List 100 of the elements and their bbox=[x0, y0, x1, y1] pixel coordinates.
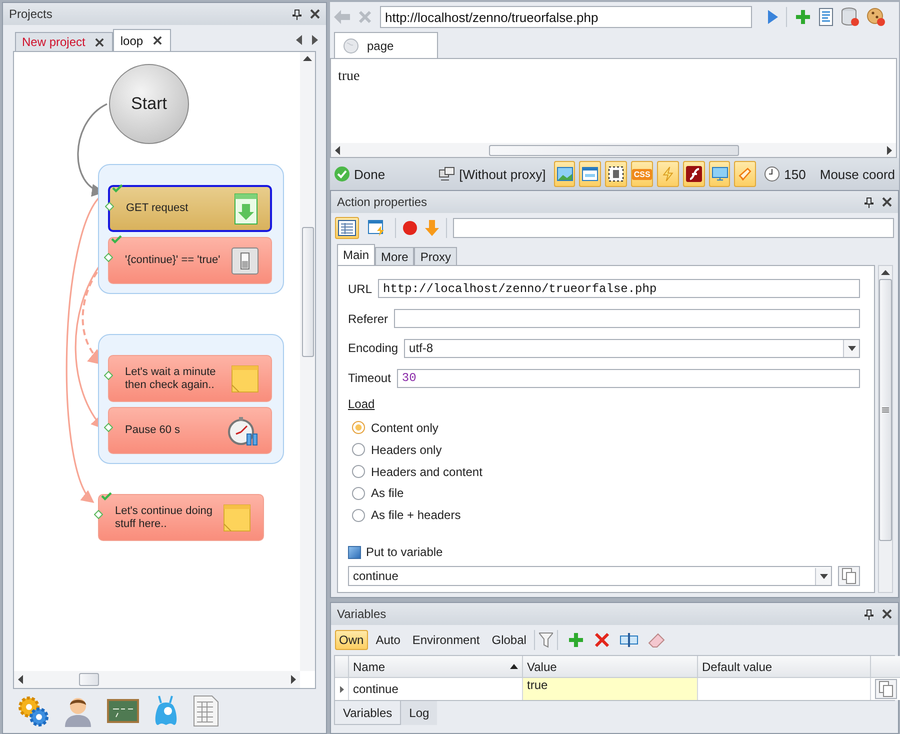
filter-tab[interactable]: Auto bbox=[372, 630, 404, 650]
text-field[interactable]: http://localhost/zenno/trueorfalse.php bbox=[378, 279, 860, 298]
window-toggle[interactable] bbox=[579, 161, 602, 187]
blob-icon[interactable] bbox=[153, 695, 179, 727]
scroll-thumb[interactable] bbox=[302, 227, 314, 357]
frame-toggle[interactable] bbox=[605, 161, 627, 187]
download-icon bbox=[234, 192, 258, 224]
pin-icon[interactable] bbox=[292, 8, 302, 20]
row-marker-icon bbox=[340, 686, 344, 692]
copy-button[interactable] bbox=[838, 566, 860, 586]
radio-option[interactable]: Headers only bbox=[348, 438, 860, 461]
document-icon[interactable] bbox=[819, 8, 833, 26]
globe-icon bbox=[343, 38, 359, 54]
scroll-right-icon[interactable] bbox=[887, 146, 892, 154]
panel-title: Projects bbox=[9, 7, 54, 21]
close-icon[interactable] bbox=[153, 36, 162, 45]
properties-tab[interactable]: More bbox=[375, 247, 414, 265]
delete-icon[interactable] bbox=[594, 632, 610, 648]
radio-option[interactable]: As file + headers bbox=[348, 504, 860, 526]
start-node[interactable]: Start bbox=[109, 64, 189, 144]
action-node[interactable]: GET request bbox=[108, 185, 272, 232]
number-field[interactable]: 30 bbox=[396, 368, 860, 388]
pin-icon[interactable] bbox=[864, 196, 874, 208]
table-cell[interactable]: true bbox=[523, 678, 698, 700]
eraser-icon[interactable] bbox=[648, 632, 666, 648]
properties-tab[interactable]: Main bbox=[337, 244, 376, 265]
variable-select[interactable]: continue bbox=[348, 566, 832, 586]
port-icon bbox=[104, 423, 113, 432]
rename-icon[interactable] bbox=[620, 633, 638, 647]
column-header[interactable]: Value bbox=[523, 656, 698, 678]
cookie-icon[interactable] bbox=[867, 7, 885, 27]
vertical-scrollbar[interactable] bbox=[300, 52, 315, 671]
radio-option[interactable]: As file bbox=[348, 482, 860, 504]
chalkboard-icon[interactable] bbox=[107, 697, 139, 725]
close-icon[interactable] bbox=[882, 609, 892, 619]
radio-icon[interactable] bbox=[352, 443, 365, 456]
funnel-icon[interactable] bbox=[539, 632, 554, 648]
horizontal-scrollbar[interactable] bbox=[14, 671, 300, 688]
add-icon[interactable] bbox=[795, 9, 811, 25]
checkbox-option[interactable]: Put to variable bbox=[348, 542, 860, 562]
scroll-right-icon[interactable] bbox=[312, 35, 318, 45]
port-icon bbox=[105, 202, 114, 211]
text-field[interactable] bbox=[394, 309, 860, 328]
select-field[interactable]: utf-8 bbox=[404, 338, 860, 358]
gears-icon[interactable] bbox=[17, 695, 49, 727]
scroll-left-icon[interactable] bbox=[18, 675, 23, 684]
scroll-up-icon[interactable] bbox=[303, 56, 312, 61]
radio-icon[interactable] bbox=[352, 421, 365, 434]
url-field[interactable]: http://localhost/zenno/trueorfalse.php bbox=[380, 6, 752, 28]
scroll-thumb[interactable] bbox=[488, 144, 738, 156]
column-header[interactable]: Name bbox=[349, 656, 523, 678]
close-icon[interactable] bbox=[882, 197, 892, 207]
column-header[interactable]: Default value bbox=[698, 656, 871, 678]
scroll-thumb[interactable] bbox=[879, 279, 892, 541]
notifications-toggle[interactable] bbox=[734, 161, 756, 187]
filter-field[interactable] bbox=[453, 218, 894, 238]
properties-view-button[interactable] bbox=[335, 217, 359, 239]
add-icon[interactable] bbox=[568, 632, 584, 648]
panel-tab[interactable]: Variables bbox=[334, 701, 402, 725]
radio-option[interactable]: Headers and content bbox=[348, 460, 860, 483]
record-icon[interactable] bbox=[402, 220, 418, 236]
filter-tab[interactable]: Environment bbox=[408, 630, 484, 650]
panel-tab[interactable]: Log bbox=[401, 701, 438, 725]
scroll-thumb[interactable] bbox=[79, 673, 99, 686]
scroll-right-icon[interactable] bbox=[291, 675, 296, 684]
radio-icon[interactable] bbox=[352, 486, 365, 500]
document-tab[interactable]: loop bbox=[113, 29, 172, 51]
checkbox-icon[interactable] bbox=[348, 546, 361, 559]
close-icon[interactable] bbox=[310, 9, 320, 19]
check-circle-icon bbox=[334, 166, 350, 182]
down-arrow-icon[interactable] bbox=[424, 220, 440, 236]
properties-tab[interactable]: Proxy bbox=[414, 247, 458, 265]
page-tab[interactable]: page bbox=[334, 32, 438, 58]
field-label: Referer bbox=[348, 312, 388, 326]
note-icon bbox=[223, 504, 251, 532]
close-icon[interactable] bbox=[95, 38, 104, 46]
images-toggle[interactable] bbox=[554, 161, 576, 187]
flash-toggle[interactable] bbox=[683, 161, 705, 187]
radio-option[interactable]: Content only bbox=[348, 417, 860, 439]
spreadsheet-icon[interactable] bbox=[193, 695, 219, 727]
radio-icon[interactable] bbox=[352, 465, 365, 478]
scroll-up-icon[interactable] bbox=[881, 270, 890, 275]
horizontal-scrollbar[interactable] bbox=[331, 143, 896, 157]
person-icon[interactable] bbox=[63, 695, 93, 727]
scroll-left-icon[interactable] bbox=[335, 146, 340, 154]
vertical-scrollbar[interactable] bbox=[878, 265, 893, 593]
monitor-toggle[interactable] bbox=[708, 161, 730, 187]
document-tab[interactable]: New project bbox=[15, 32, 114, 51]
scroll-left-icon[interactable] bbox=[296, 35, 302, 45]
network-icon bbox=[439, 167, 456, 181]
filter-tab[interactable]: Own bbox=[335, 630, 368, 650]
scripts-toggle[interactable] bbox=[657, 161, 680, 187]
database-icon[interactable] bbox=[841, 7, 859, 27]
radio-icon[interactable] bbox=[352, 508, 365, 522]
pin-icon[interactable] bbox=[864, 608, 874, 620]
filter-tab[interactable]: Global bbox=[488, 630, 530, 650]
row-header-cell[interactable] bbox=[335, 678, 349, 700]
go-icon[interactable] bbox=[768, 10, 778, 24]
copy-button[interactable] bbox=[875, 679, 897, 699]
switch-icon bbox=[231, 246, 259, 274]
